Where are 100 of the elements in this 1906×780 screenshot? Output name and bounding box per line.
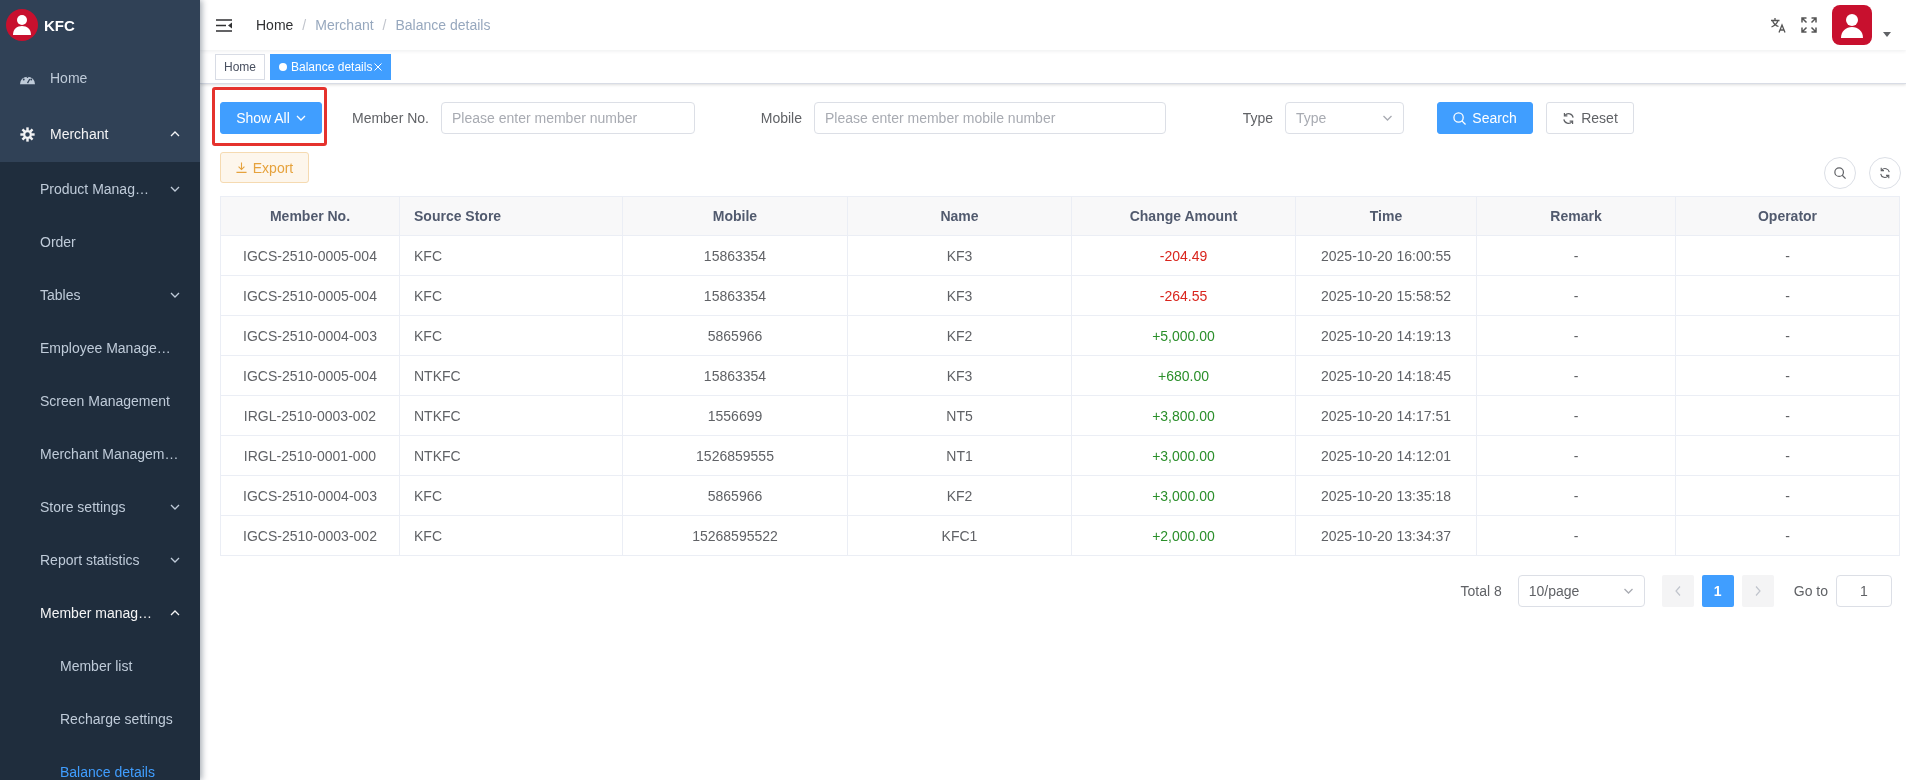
table-cell: -264.55	[1071, 275, 1296, 316]
sidebar-item[interactable]: Merchant Managem…	[0, 427, 200, 480]
chevron-up-icon	[170, 609, 180, 616]
table-cell: KFC	[399, 475, 623, 516]
page-size-select[interactable]: 10/page	[1517, 575, 1645, 607]
table-cell: +3,800.00	[1071, 395, 1296, 436]
chevron-down-icon	[295, 115, 306, 121]
table-cell: 2025-10-20 14:18:45	[1295, 355, 1477, 396]
goto-page-field[interactable]: 1	[1836, 575, 1892, 607]
field-label: Type	[1241, 110, 1274, 126]
table-cell: 2025-10-20 13:35:18	[1295, 475, 1477, 516]
table-header-cell: Change Amount	[1071, 196, 1296, 236]
table-header-cell: Remark	[1476, 196, 1676, 236]
search-icon	[1453, 111, 1467, 125]
sidebar-item[interactable]: Employee Manage…	[0, 321, 200, 374]
table-cell: KFC1	[847, 515, 1072, 556]
sidebar-item[interactable]: Recharge settings	[0, 692, 200, 745]
caret-icon[interactable]	[1883, 31, 1891, 37]
table-cell: +680.00	[1071, 355, 1296, 396]
table-cell: -	[1675, 515, 1900, 556]
fullscreen-icon[interactable]	[1801, 17, 1817, 33]
table-cell: 2025-10-20 16:00:55	[1295, 235, 1477, 276]
close-icon[interactable]	[374, 62, 383, 71]
total-count: Total 8	[1460, 583, 1502, 599]
sidebar-submenu[interactable]: Report statistics	[0, 533, 200, 586]
table-cell: -	[1476, 435, 1676, 476]
breadcrumb-link[interactable]: Home	[256, 17, 294, 33]
table-cell: 2025-10-20 14:19:13	[1295, 315, 1477, 356]
sidebar-item[interactable]: Order	[0, 215, 200, 268]
sidebar-item[interactable]: Balance details	[0, 745, 200, 780]
table-cell: 5865966	[622, 475, 848, 516]
refresh-icon	[1562, 111, 1576, 125]
table-cell: KF3	[847, 235, 1072, 276]
input-field[interactable]: Please enter member mobile number	[814, 102, 1166, 134]
table-cell: IGCS-2510-0005-004	[220, 235, 400, 276]
table-cell: KFC	[399, 515, 623, 556]
page-tab[interactable]: Home	[215, 53, 265, 80]
translate-icon[interactable]	[1770, 17, 1786, 33]
chevron-up-icon	[170, 131, 180, 137]
table-cell: KF3	[847, 355, 1072, 396]
brand-name: KFC	[44, 16, 75, 34]
menu-icon[interactable]	[216, 18, 232, 32]
table-cell: NT1	[847, 435, 1072, 476]
table-cell: -	[1476, 275, 1676, 316]
avatar-icon[interactable]	[1832, 5, 1872, 45]
table-cell: -	[1675, 315, 1900, 356]
table-cell: 1556699	[622, 395, 848, 436]
table-cell: -	[1675, 435, 1900, 476]
table-cell: +3,000.00	[1071, 475, 1296, 516]
table-header-cell: Source Store	[399, 196, 623, 236]
table-cell: +3,000.00	[1071, 435, 1296, 476]
goto-label: Go to	[1793, 583, 1828, 599]
table-cell: -	[1476, 355, 1676, 396]
table-cell: -	[1675, 395, 1900, 436]
table-cell: IGCS-2510-0003-002	[220, 515, 400, 556]
breadcrumb-item: Balance details	[395, 17, 491, 33]
table-cell: 1526859555	[622, 435, 848, 476]
search-icon	[1834, 167, 1846, 179]
chevron-down-icon	[170, 503, 180, 510]
table-cell: 2025-10-20 14:17:51	[1295, 395, 1477, 436]
refresh-button[interactable]	[1869, 157, 1901, 189]
table-cell: IRGL-2510-0001-000	[220, 435, 400, 476]
dot-icon	[279, 62, 287, 71]
sidebar-item[interactable]: Screen Management	[0, 374, 200, 427]
table-cell: 2025-10-20 14:12:01	[1295, 435, 1477, 476]
table-cell: IGCS-2510-0004-003	[220, 475, 400, 516]
table-cell: 15268595522	[622, 515, 848, 556]
breadcrumb-separator: /	[302, 17, 307, 33]
table-cell: KF2	[847, 475, 1072, 516]
table-cell: -	[1476, 515, 1676, 556]
table-cell: +5,000.00	[1071, 315, 1296, 356]
chevron-down-icon	[170, 185, 180, 192]
sidebar-submenu[interactable]: Tables	[0, 268, 200, 321]
breadcrumb-separator: /	[382, 17, 387, 33]
chevron-down-icon	[170, 291, 180, 298]
table-cell: KFC	[399, 235, 623, 276]
chevron-down-icon	[170, 556, 180, 563]
sidebar-item[interactable]: Home	[0, 50, 200, 106]
field-label: Mobile	[759, 110, 803, 126]
sidebar-submenu[interactable]: Product Manag…	[0, 162, 200, 215]
sidebar-item[interactable]: Member list	[0, 639, 200, 692]
search-toggle-button[interactable]	[1824, 157, 1856, 189]
reset-button[interactable]: Reset	[1546, 102, 1634, 134]
chevron-left-icon	[1674, 586, 1681, 596]
sidebar-submenu[interactable]: Member manag…	[0, 586, 200, 639]
chevron-down-icon	[1382, 115, 1393, 121]
table-cell: 2025-10-20 15:58:52	[1295, 275, 1477, 316]
sidebar-submenu[interactable]: Store settings	[0, 480, 200, 533]
table-cell: +2,000.00	[1071, 515, 1296, 556]
table-cell: IGCS-2510-0005-004	[220, 275, 400, 316]
table-cell: -	[1675, 275, 1900, 316]
input-field[interactable]: Please enter member number	[441, 102, 695, 134]
table-cell: IGCS-2510-0005-004	[220, 355, 400, 396]
table-cell: KF2	[847, 315, 1072, 356]
table-cell: 5865966	[622, 315, 848, 356]
sidebar-submenu[interactable]: Merchant	[0, 106, 200, 162]
breadcrumb-item: Merchant	[315, 17, 374, 33]
table-cell: -	[1476, 475, 1676, 516]
table-cell: 15863354	[622, 235, 848, 276]
table-cell: NTKFC	[399, 355, 623, 396]
